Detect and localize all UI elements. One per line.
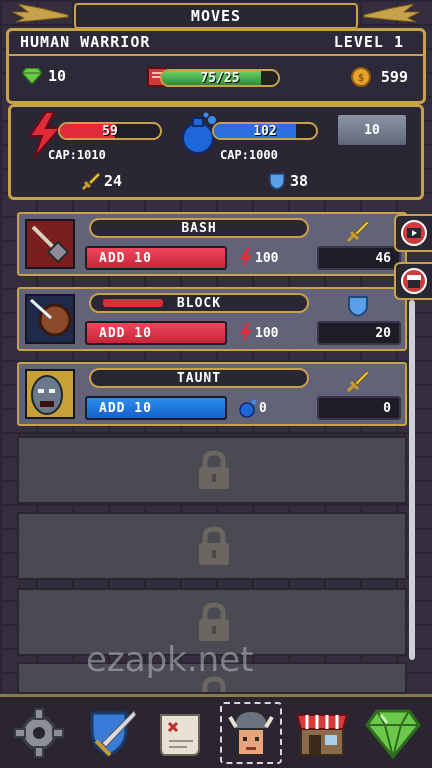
moves-scrollbar[interactable] xyxy=(409,300,415,660)
health-bar-text: 75/25 xyxy=(200,70,240,86)
character-level: LEVEL 1 xyxy=(333,33,404,51)
screen-title-text: MOVES xyxy=(190,7,242,25)
move-row-block: BLOCK ADD 10 100 20 xyxy=(17,287,407,351)
nav-equipment[interactable] xyxy=(79,702,141,764)
gear-icon xyxy=(14,707,65,758)
mana-value: 102 xyxy=(253,123,277,139)
defense-value: 38 xyxy=(290,172,309,190)
sword-icon xyxy=(347,370,369,392)
lock-icon xyxy=(199,602,229,641)
lightning-icon xyxy=(240,248,252,268)
attack-stat: 24 xyxy=(82,172,122,190)
lightning-icon xyxy=(240,323,252,343)
bash-value: 46 xyxy=(317,246,401,270)
video-ad-tab[interactable] xyxy=(394,214,432,252)
upgrade-level-button[interactable]: 10 xyxy=(336,113,408,147)
mana-cap: CAP:1000 xyxy=(220,148,278,162)
shop-icon xyxy=(401,268,427,294)
rage-value: 59 xyxy=(102,123,118,139)
gem-count-value: 10 xyxy=(48,67,67,85)
screen-title: MOVES xyxy=(74,3,358,29)
shop-icon xyxy=(295,713,349,756)
shield-sword-icon xyxy=(90,709,136,757)
shield-icon xyxy=(269,173,285,190)
block-move-portrait xyxy=(25,294,75,344)
taunt-move-portrait xyxy=(25,369,75,419)
bash-add-button[interactable]: ADD 10 xyxy=(85,246,227,270)
wing-ornament-icon xyxy=(11,4,69,23)
coin-icon: $ xyxy=(350,67,371,87)
rage-cap: CAP:1010 xyxy=(48,148,106,162)
bash-move-portrait xyxy=(25,219,75,269)
block-cost-value: 100 xyxy=(255,325,279,341)
mana-potion-icon xyxy=(239,399,257,418)
lock-icon xyxy=(199,526,229,565)
taunt-cost: 0 xyxy=(239,398,267,418)
hero-portrait-icon xyxy=(228,709,275,756)
shop-tab[interactable] xyxy=(394,262,432,300)
locked-move-slot[interactable] xyxy=(17,512,407,580)
block-move-name-text: BLOCK xyxy=(176,295,222,311)
nav-map[interactable] xyxy=(150,702,212,764)
taunt-add-button[interactable]: ADD 10 xyxy=(85,396,227,420)
health-bar: 75/25 xyxy=(146,66,282,88)
shield-clash-icon xyxy=(27,296,73,342)
bottom-nav xyxy=(0,694,432,768)
nav-settings[interactable] xyxy=(8,702,70,764)
video-icon xyxy=(401,220,427,246)
block-cost: 100 xyxy=(239,323,278,343)
block-move-name: BLOCK xyxy=(89,293,309,313)
mana-bar: 102 xyxy=(212,122,318,140)
sword-icon xyxy=(82,172,100,190)
nav-gems[interactable] xyxy=(362,702,424,764)
shield-icon xyxy=(348,296,368,317)
sword-icon xyxy=(347,220,369,242)
gem-icon xyxy=(364,709,421,759)
taunt-cost-value: 0 xyxy=(259,400,267,416)
move-row-bash: BASH ADD 10 100 46 xyxy=(17,212,407,276)
svg-text:$: $ xyxy=(358,71,365,84)
watermark: ezapk.net xyxy=(86,640,254,680)
lock-icon xyxy=(199,450,229,489)
header-divider xyxy=(8,54,424,56)
locked-move-slot[interactable] xyxy=(17,436,407,504)
block-add-button[interactable]: ADD 10 xyxy=(85,321,227,345)
bash-cost: 100 xyxy=(239,248,278,268)
character-name: HUMAN WARRIOR xyxy=(20,33,151,51)
wing-ornament-icon xyxy=(363,4,421,23)
nav-shop[interactable] xyxy=(291,702,353,764)
nav-hero[interactable] xyxy=(220,701,283,764)
taunt-value: 0 xyxy=(317,396,401,420)
gem-icon xyxy=(22,68,42,84)
rage-bar: 59 xyxy=(58,122,162,140)
gem-count[interactable]: 10 xyxy=(22,67,66,85)
block-value: 20 xyxy=(317,321,401,345)
bash-move-name: BASH xyxy=(89,218,309,238)
map-scroll-icon xyxy=(159,713,200,756)
attack-value: 24 xyxy=(104,172,123,190)
gold-count[interactable]: $ 599 xyxy=(350,67,408,87)
taunt-move-name: TAUNT xyxy=(89,368,309,388)
zombie-face-icon xyxy=(27,371,73,417)
defense-stat: 38 xyxy=(268,172,308,190)
gold-count-value: 599 xyxy=(380,68,408,86)
bash-cost-value: 100 xyxy=(255,250,279,266)
block-charge-bar xyxy=(103,299,163,307)
move-row-taunt: TAUNT ADD 10 0 0 xyxy=(17,362,407,426)
mace-icon xyxy=(27,221,73,267)
